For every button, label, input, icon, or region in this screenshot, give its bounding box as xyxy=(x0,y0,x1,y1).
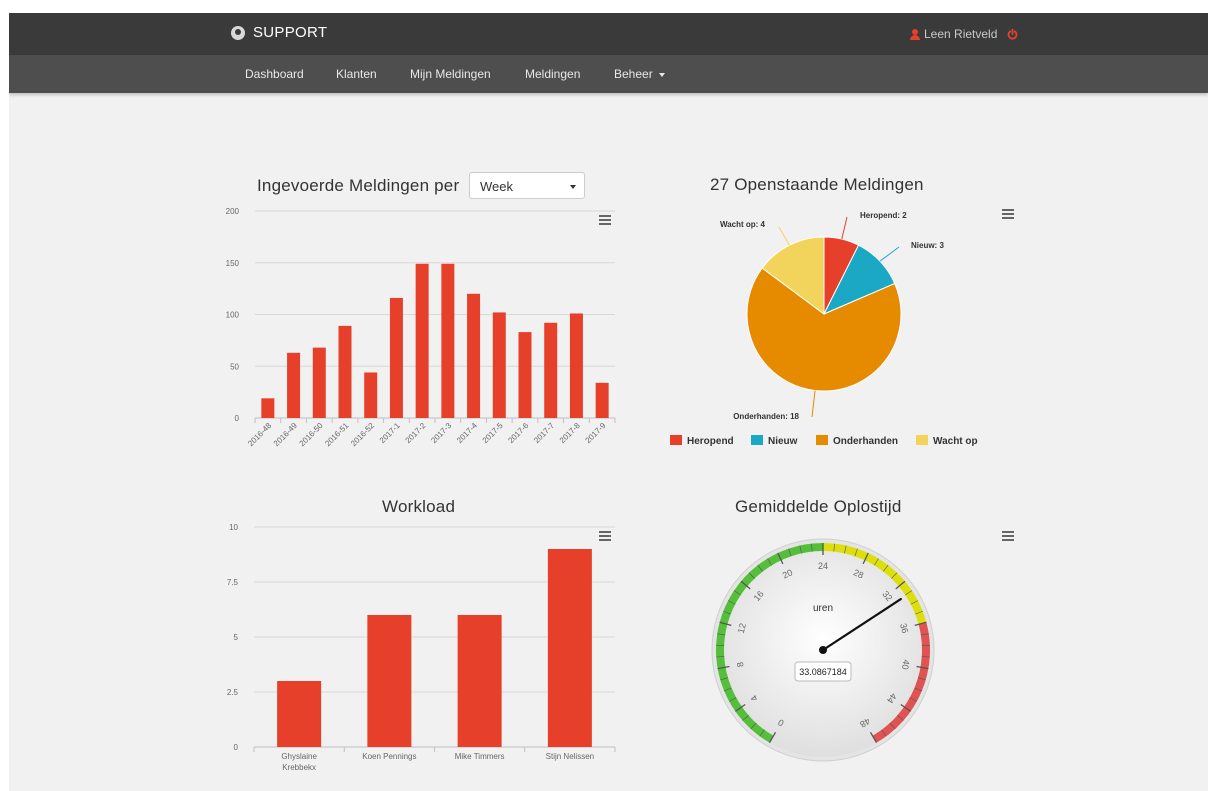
gauge-value-label: 33.0867184 xyxy=(799,667,847,677)
gauge-pivot xyxy=(819,646,827,654)
gauge-tick-label: 24 xyxy=(818,561,828,571)
avg-gauge-chart: 04812162024283236404448uren33.0867184 xyxy=(711,538,935,762)
page: SUPPORT Leen Rietveld Dashboard Klanten … xyxy=(9,13,1208,791)
gauge-tick-label: 40 xyxy=(900,659,912,671)
gauge-unit-label: uren xyxy=(813,603,833,614)
